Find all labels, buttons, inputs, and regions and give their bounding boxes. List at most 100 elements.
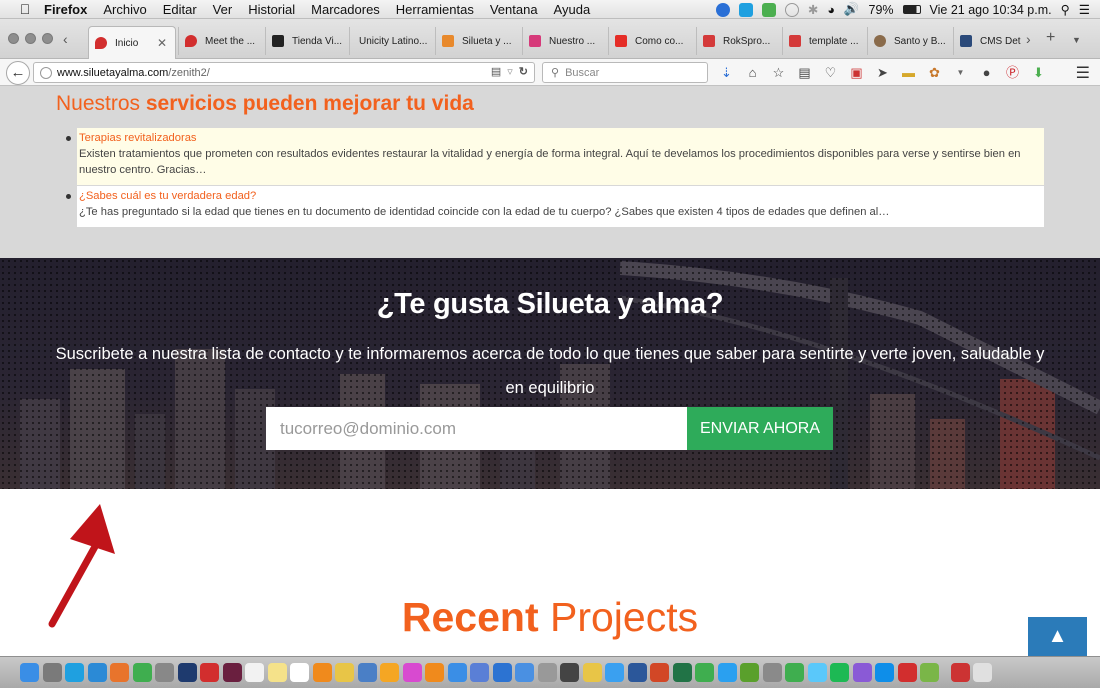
- tab-unicity[interactable]: Unicity Latino...: [349, 27, 431, 55]
- finder-icon[interactable]: [20, 663, 39, 682]
- calendar-icon[interactable]: [245, 663, 264, 682]
- new-tab-icon[interactable]: +: [1046, 29, 1055, 47]
- menu-ver[interactable]: Ver: [213, 2, 233, 17]
- evernote-icon[interactable]: [740, 663, 759, 682]
- chat-icon[interactable]: ●: [978, 63, 995, 82]
- pinterest-icon[interactable]: Ⓟ: [1004, 63, 1021, 82]
- chrome-icon[interactable]: [132, 663, 152, 682]
- download-icon[interactable]: ⇣: [718, 63, 735, 82]
- excel-icon[interactable]: [672, 663, 692, 682]
- clipboard-icon[interactable]: ▤: [796, 63, 813, 82]
- app-icon[interactable]: [537, 663, 557, 682]
- back-to-top-button[interactable]: ▲: [1028, 617, 1087, 656]
- app-icon[interactable]: [897, 663, 917, 682]
- reader-view-icon[interactable]: ▤: [491, 65, 501, 78]
- download-icon[interactable]: [515, 663, 534, 682]
- skype-icon[interactable]: [738, 2, 753, 17]
- tab-list-icon[interactable]: ▼: [1072, 35, 1081, 45]
- home-icon[interactable]: ⌂: [744, 63, 761, 82]
- app-icon[interactable]: [470, 663, 489, 682]
- app-icon[interactable]: [852, 663, 872, 682]
- search-bar[interactable]: ⚲ Buscar: [542, 62, 708, 83]
- menu-icon[interactable]: ☰: [1076, 63, 1090, 83]
- skype-icon[interactable]: [65, 663, 84, 682]
- menu-archivo[interactable]: Archivo: [103, 2, 146, 17]
- close-window-button[interactable]: [8, 33, 19, 44]
- photoshop-icon[interactable]: [177, 663, 197, 682]
- launchpad-icon[interactable]: [42, 663, 62, 682]
- quicktime-icon[interactable]: [357, 663, 377, 682]
- tab-como[interactable]: Como co...: [608, 27, 690, 55]
- app-icon[interactable]: [605, 663, 624, 682]
- status-app-icon[interactable]: [715, 2, 730, 17]
- tab-template[interactable]: template ...: [782, 27, 864, 55]
- notes-icon[interactable]: [267, 663, 287, 682]
- ibooks-icon[interactable]: [425, 663, 444, 682]
- apple-icon[interactable]: : [18, 1, 32, 17]
- app-icon[interactable]: [492, 663, 512, 682]
- service-link-terapias[interactable]: Terapias revitalizadoras: [79, 130, 1042, 146]
- tab-nuestro[interactable]: Nuestro ...: [522, 27, 604, 55]
- menu-editar[interactable]: Editar: [163, 2, 197, 17]
- app-icon[interactable]: [695, 663, 714, 682]
- app-icon[interactable]: [920, 663, 939, 682]
- menu-herramientas[interactable]: Herramientas: [396, 2, 474, 17]
- email-input[interactable]: tucorreo@dominio.com: [266, 407, 687, 450]
- trash-icon[interactable]: [973, 663, 992, 682]
- tab-inicio[interactable]: Inicio ✕: [88, 26, 176, 59]
- screenshot-icon[interactable]: ▣: [848, 63, 865, 82]
- battery-icon[interactable]: [902, 5, 921, 14]
- firefox-icon[interactable]: [110, 663, 129, 682]
- dropdown-icon[interactable]: ▼: [952, 63, 969, 82]
- bookmark-star-icon[interactable]: ☆: [770, 63, 787, 82]
- tab-silueta[interactable]: Silueta y ...: [435, 27, 517, 55]
- download-arrow-icon[interactable]: ⬇: [1030, 63, 1047, 82]
- paint-icon[interactable]: ✿: [926, 63, 943, 82]
- tab-roksprocket[interactable]: RokSpro...: [696, 27, 778, 55]
- spotify-icon[interactable]: [830, 663, 849, 682]
- vlc-icon[interactable]: [312, 663, 332, 682]
- messages-icon[interactable]: [807, 663, 827, 682]
- textedit-icon[interactable]: [290, 663, 309, 682]
- app-icon[interactable]: [950, 663, 970, 682]
- bluetooth-icon[interactable]: ✱: [808, 2, 818, 17]
- menu-app[interactable]: Firefox: [44, 2, 87, 17]
- tab-santo[interactable]: Santo y B...: [867, 27, 949, 55]
- word-icon[interactable]: [627, 663, 647, 682]
- popcorn-icon[interactable]: [582, 663, 602, 682]
- send-icon[interactable]: ➤: [874, 63, 891, 82]
- service-link-edad[interactable]: ¿Sabes cuál es tu verdadera edad?: [79, 188, 1042, 204]
- facetime-icon[interactable]: [785, 663, 804, 682]
- minimize-window-button[interactable]: [25, 33, 36, 44]
- status-app-icon[interactable]: [761, 2, 776, 17]
- appstore-icon[interactable]: [447, 663, 467, 682]
- menu-ventana[interactable]: Ventana: [490, 2, 538, 17]
- acrobat-icon[interactable]: [200, 663, 219, 682]
- indesign-icon[interactable]: [222, 663, 242, 682]
- zoom-window-button[interactable]: [42, 33, 53, 44]
- url-bar[interactable]: www.siluetayalma.com /zenith2/ ▤ ▿ ↻: [33, 62, 535, 83]
- wifi-icon[interactable]: ◕: [827, 3, 835, 17]
- app-icon[interactable]: [717, 663, 737, 682]
- close-tab-icon[interactable]: ✕: [157, 36, 167, 50]
- menu-historial[interactable]: Historial: [248, 2, 295, 17]
- tab-meet-the[interactable]: Meet the ...: [178, 27, 263, 55]
- pocket-icon[interactable]: ♡: [822, 63, 839, 82]
- safari-icon[interactable]: [87, 663, 107, 682]
- radiation-icon[interactable]: [560, 663, 579, 682]
- spotlight-icon[interactable]: ⚲: [1061, 2, 1070, 17]
- menu-ayuda[interactable]: Ayuda: [554, 2, 591, 17]
- dropdown-icon[interactable]: ▿: [507, 65, 513, 78]
- notification-center-icon[interactable]: ☰: [1079, 2, 1090, 17]
- itunes-icon[interactable]: [402, 663, 422, 682]
- menu-marcadores[interactable]: Marcadores: [311, 2, 380, 17]
- back-button[interactable]: ←: [6, 61, 30, 85]
- app-icon[interactable]: [155, 663, 174, 682]
- tabs-scroll-left-icon[interactable]: ‹: [63, 31, 68, 47]
- app-icon[interactable]: [762, 663, 782, 682]
- powerpoint-icon[interactable]: [650, 663, 669, 682]
- time-machine-icon[interactable]: [784, 2, 799, 17]
- tab-tienda[interactable]: Tienda Vi...: [265, 27, 347, 55]
- tabs-scroll-right-icon[interactable]: ›: [1026, 31, 1031, 47]
- teamviewer-icon[interactable]: [875, 663, 894, 682]
